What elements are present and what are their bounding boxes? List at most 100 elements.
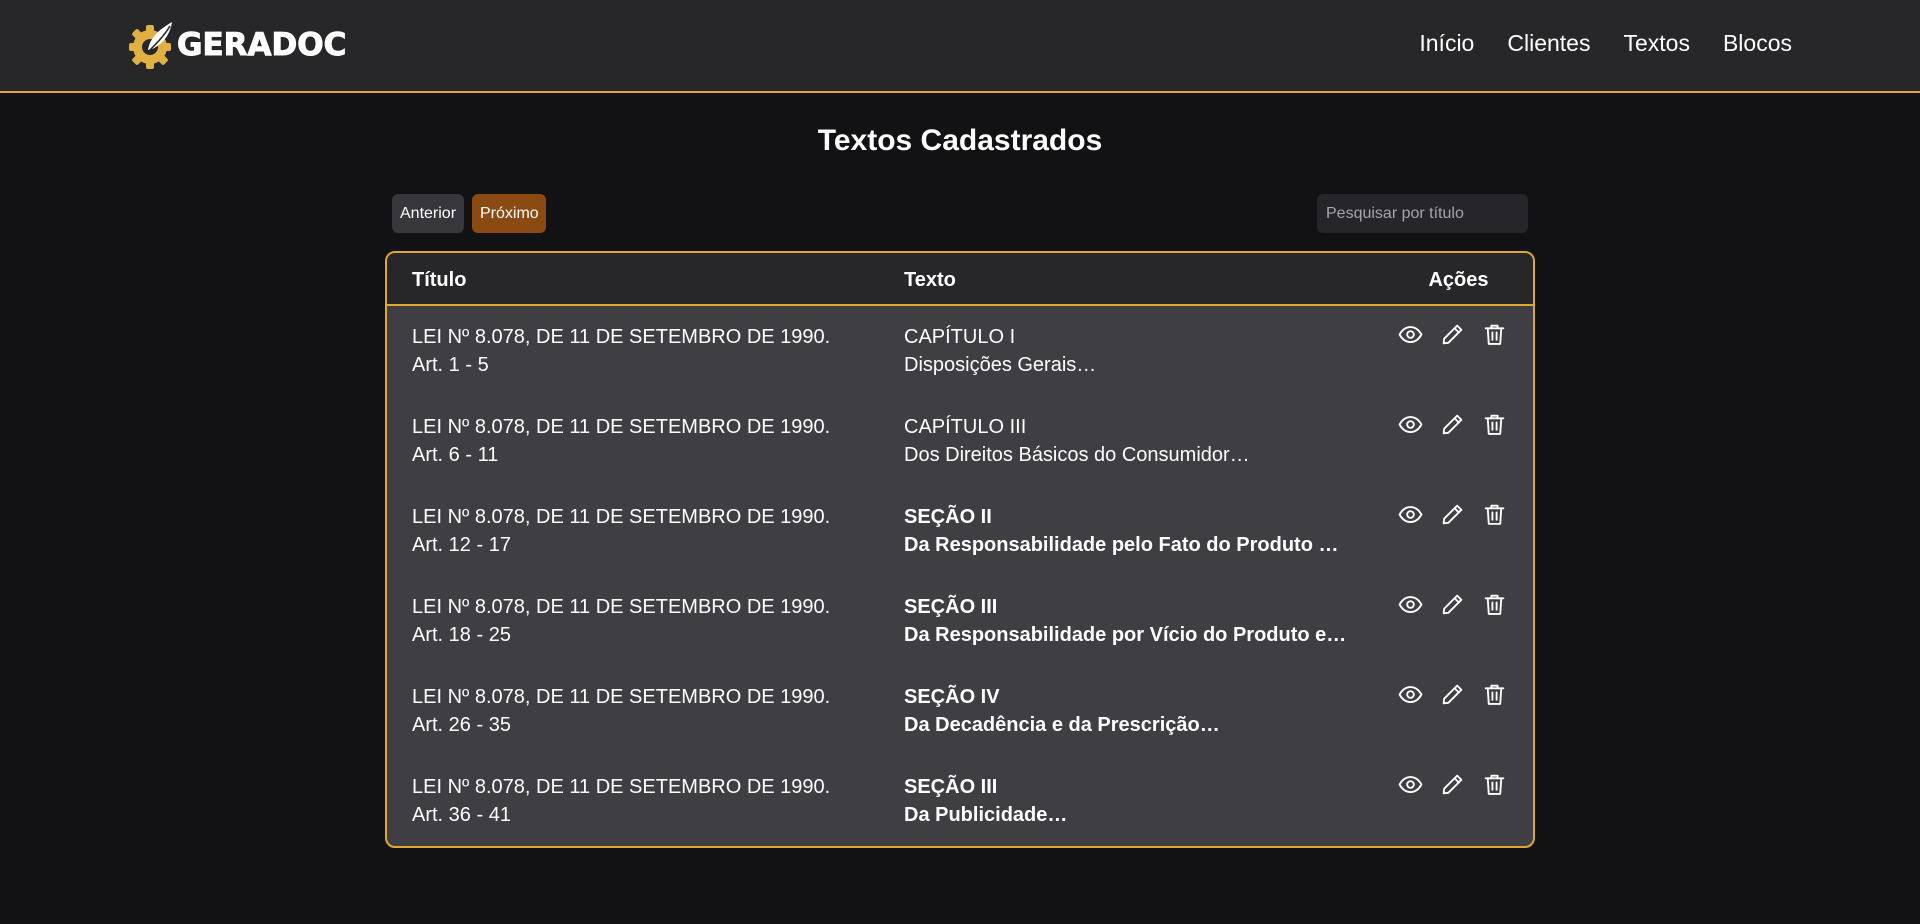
edit-button[interactable]	[1440, 412, 1465, 437]
nav-item-blocos[interactable]: Blocos	[1723, 30, 1792, 57]
row-actions	[1398, 322, 1507, 347]
trash-icon	[1484, 504, 1505, 525]
row-actions	[1398, 682, 1507, 707]
article-range: Art. 6 - 11	[412, 444, 499, 466]
trash-icon	[1484, 414, 1505, 435]
eye-icon	[1398, 326, 1423, 343]
edit-button[interactable]	[1440, 772, 1465, 797]
delete-button[interactable]	[1482, 412, 1507, 437]
text-excerpt: Disposições Gerais…	[904, 354, 1097, 376]
delete-button[interactable]	[1482, 322, 1507, 347]
eye-icon	[1398, 416, 1423, 433]
edit-button[interactable]	[1440, 592, 1465, 617]
text-heading: SEÇÃO III	[904, 596, 998, 618]
nav-item-textos[interactable]: Textos	[1623, 30, 1689, 57]
text-excerpt: Da Decadência e da Prescrição…	[904, 714, 1220, 736]
text-cell: SEÇÃO III Da Publicidade…	[904, 773, 1067, 829]
text-cell: CAPÍTULO I Disposições Gerais…	[904, 323, 1096, 379]
text-heading: CAPÍTULO III	[904, 416, 1027, 438]
delete-button[interactable]	[1482, 592, 1507, 617]
eye-icon	[1398, 776, 1423, 793]
table-row: LEI Nº 8.078, DE 11 DE SETEMBRO DE 1990.…	[387, 666, 1533, 756]
nav-item-inicio[interactable]: Início	[1419, 30, 1474, 57]
table-row: LEI Nº 8.078, DE 11 DE SETEMBRO DE 1990.…	[387, 396, 1533, 486]
view-button[interactable]	[1398, 502, 1423, 527]
page-title: Textos Cadastrados	[817, 124, 1103, 157]
table-body: LEI Nº 8.078, DE 11 DE SETEMBRO DE 1990.…	[387, 306, 1533, 846]
column-header-titulo: Título	[412, 269, 467, 291]
pencil-icon	[1442, 684, 1463, 705]
row-actions	[1398, 502, 1507, 527]
eye-icon	[1398, 596, 1423, 613]
previous-page-button[interactable]: Anterior	[392, 194, 464, 233]
view-button[interactable]	[1398, 772, 1423, 797]
table-header: Título Texto Ações	[387, 253, 1533, 306]
title-cell: LEI Nº 8.078, DE 11 DE SETEMBRO DE 1990.…	[412, 323, 830, 379]
law-title: LEI Nº 8.078, DE 11 DE SETEMBRO DE 1990.	[412, 326, 831, 348]
law-title: LEI Nº 8.078, DE 11 DE SETEMBRO DE 1990.	[412, 416, 831, 438]
delete-button[interactable]	[1482, 502, 1507, 527]
table-row: LEI Nº 8.078, DE 11 DE SETEMBRO DE 1990.…	[387, 306, 1533, 396]
view-button[interactable]	[1398, 412, 1423, 437]
text-excerpt: Da Responsabilidade por Vício do Produto…	[904, 624, 1347, 646]
pencil-icon	[1442, 774, 1463, 795]
law-title: LEI Nº 8.078, DE 11 DE SETEMBRO DE 1990.	[412, 596, 831, 618]
pagination: Anterior Próximo	[392, 194, 546, 233]
title-cell: LEI Nº 8.078, DE 11 DE SETEMBRO DE 1990.…	[412, 413, 830, 469]
article-range: Art. 18 - 25	[412, 624, 511, 646]
row-actions	[1398, 412, 1507, 437]
law-title: LEI Nº 8.078, DE 11 DE SETEMBRO DE 1990.	[412, 506, 831, 528]
text-cell: SEÇÃO IV Da Decadência e da Prescrição…	[904, 683, 1220, 739]
title-cell: LEI Nº 8.078, DE 11 DE SETEMBRO DE 1990.…	[412, 683, 830, 739]
text-excerpt: Dos Direitos Básicos do Consumidor…	[904, 444, 1250, 466]
eye-icon	[1398, 686, 1423, 703]
article-range: Art. 1 - 5	[412, 354, 489, 376]
gear-leaf-logo-icon	[129, 22, 172, 69]
article-range: Art. 12 - 17	[412, 534, 511, 556]
app-logo[interactable]: GERADOC	[126, 18, 347, 72]
law-title: LEI Nº 8.078, DE 11 DE SETEMBRO DE 1990.	[412, 686, 831, 708]
logo-text: GERADOC	[176, 27, 347, 64]
edit-button[interactable]	[1440, 682, 1465, 707]
text-cell: SEÇÃO III Da Responsabilidade por Vício …	[904, 593, 1346, 649]
title-cell: LEI Nº 8.078, DE 11 DE SETEMBRO DE 1990.…	[412, 773, 830, 829]
column-header-texto: Texto	[904, 269, 956, 291]
edit-button[interactable]	[1440, 502, 1465, 527]
column-header-acoes: Ações	[1428, 269, 1489, 291]
text-heading: SEÇÃO III	[904, 776, 998, 798]
pencil-icon	[1442, 594, 1463, 615]
text-heading: CAPÍTULO I	[904, 326, 1016, 348]
next-page-button[interactable]: Próximo	[472, 194, 546, 233]
title-cell: LEI Nº 8.078, DE 11 DE SETEMBRO DE 1990.…	[412, 503, 830, 559]
table-row: LEI Nº 8.078, DE 11 DE SETEMBRO DE 1990.…	[387, 756, 1533, 846]
article-range: Art. 36 - 41	[412, 804, 511, 826]
text-cell: SEÇÃO II Da Responsabilidade pelo Fato d…	[904, 503, 1338, 559]
pencil-icon	[1442, 504, 1463, 525]
title-cell: LEI Nº 8.078, DE 11 DE SETEMBRO DE 1990.…	[412, 593, 830, 649]
texts-table: Título Texto Ações LEI Nº 8.078, DE 11 D…	[385, 251, 1535, 848]
row-actions	[1398, 592, 1507, 617]
view-button[interactable]	[1398, 682, 1423, 707]
delete-button[interactable]	[1482, 682, 1507, 707]
table-row: LEI Nº 8.078, DE 11 DE SETEMBRO DE 1990.…	[387, 576, 1533, 666]
text-cell: CAPÍTULO III Dos Direitos Básicos do Con…	[904, 413, 1250, 469]
eye-icon	[1398, 506, 1423, 523]
view-button[interactable]	[1398, 592, 1423, 617]
law-title: LEI Nº 8.078, DE 11 DE SETEMBRO DE 1990.	[412, 776, 831, 798]
row-actions	[1398, 772, 1507, 797]
nav-item-clientes[interactable]: Clientes	[1507, 30, 1590, 57]
delete-button[interactable]	[1482, 772, 1507, 797]
search-input[interactable]	[1317, 194, 1528, 233]
top-navbar: GERADOC Início Clientes Textos Blocos	[0, 0, 1920, 93]
view-button[interactable]	[1398, 322, 1423, 347]
text-heading: SEÇÃO IV	[904, 686, 1000, 708]
edit-button[interactable]	[1440, 322, 1465, 347]
text-heading: SEÇÃO II	[904, 506, 992, 528]
table-row: LEI Nº 8.078, DE 11 DE SETEMBRO DE 1990.…	[387, 486, 1533, 576]
article-range: Art. 26 - 35	[412, 714, 511, 736]
text-excerpt: Da Publicidade…	[904, 804, 1068, 826]
trash-icon	[1484, 684, 1505, 705]
main-nav: Início Clientes Textos Blocos	[1419, 30, 1792, 57]
text-excerpt: Da Responsabilidade pelo Fato do Produto…	[904, 534, 1339, 556]
pencil-icon	[1442, 324, 1463, 345]
